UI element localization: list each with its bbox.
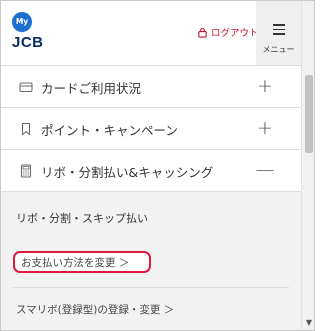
- expand-icon: +: [257, 117, 273, 139]
- submenu-heading: リボ・分割・スキップ払い: [16, 212, 148, 225]
- calculator-icon: [21, 164, 31, 178]
- hamburger-icon: [273, 24, 285, 35]
- logout-link[interactable]: ログアウト: [197, 23, 259, 41]
- header: My JCB ログアウト メニュー: [1, 1, 301, 65]
- accordion-points-campaign[interactable]: ポイント・キャンペーン +: [1, 107, 301, 149]
- scroll-thumb[interactable]: [305, 75, 313, 153]
- app-frame: My JCB ログアウト メニュー カードご利用状況 + ポイント・キャンペーン…: [0, 0, 315, 331]
- submenu-panel: リボ・分割・スキップ払い お支払い方法を変更 ＞ スマリボ(登録型)の登録・変更…: [1, 191, 301, 330]
- accordion-card-usage[interactable]: カードご利用状況 +: [1, 65, 301, 107]
- menu-button[interactable]: メニュー: [256, 1, 301, 65]
- bookmark-icon: [22, 123, 30, 136]
- accordion-label: ポイント・キャンペーン: [41, 123, 178, 138]
- accordion-label: カードご利用状況: [41, 81, 142, 96]
- expand-icon: +: [257, 75, 273, 97]
- accordion-label: リボ・分割払い&キャッシング: [41, 165, 214, 180]
- scroll-down-arrow-icon[interactable]: ▼: [302, 316, 314, 330]
- card-icon: [19, 82, 33, 92]
- divider: [13, 287, 289, 288]
- scrollbar[interactable]: ▼: [301, 1, 314, 330]
- menu-label: メニュー: [262, 45, 295, 54]
- accordion-revolving-installment[interactable]: リボ・分割払い&キャッシング —: [1, 149, 301, 191]
- lock-icon: [198, 27, 207, 38]
- logo-badge: My: [12, 12, 32, 32]
- collapse-icon: —: [255, 159, 275, 181]
- logo-text: JCB: [12, 34, 44, 51]
- my-jcb-logo[interactable]: My JCB: [12, 12, 60, 56]
- smart-revolving-register-link[interactable]: スマリボ(登録型)の登録・変更 ＞: [16, 302, 174, 317]
- logout-label: ログアウト: [211, 28, 259, 39]
- change-payment-method-link[interactable]: お支払い方法を変更 ＞: [21, 255, 129, 270]
